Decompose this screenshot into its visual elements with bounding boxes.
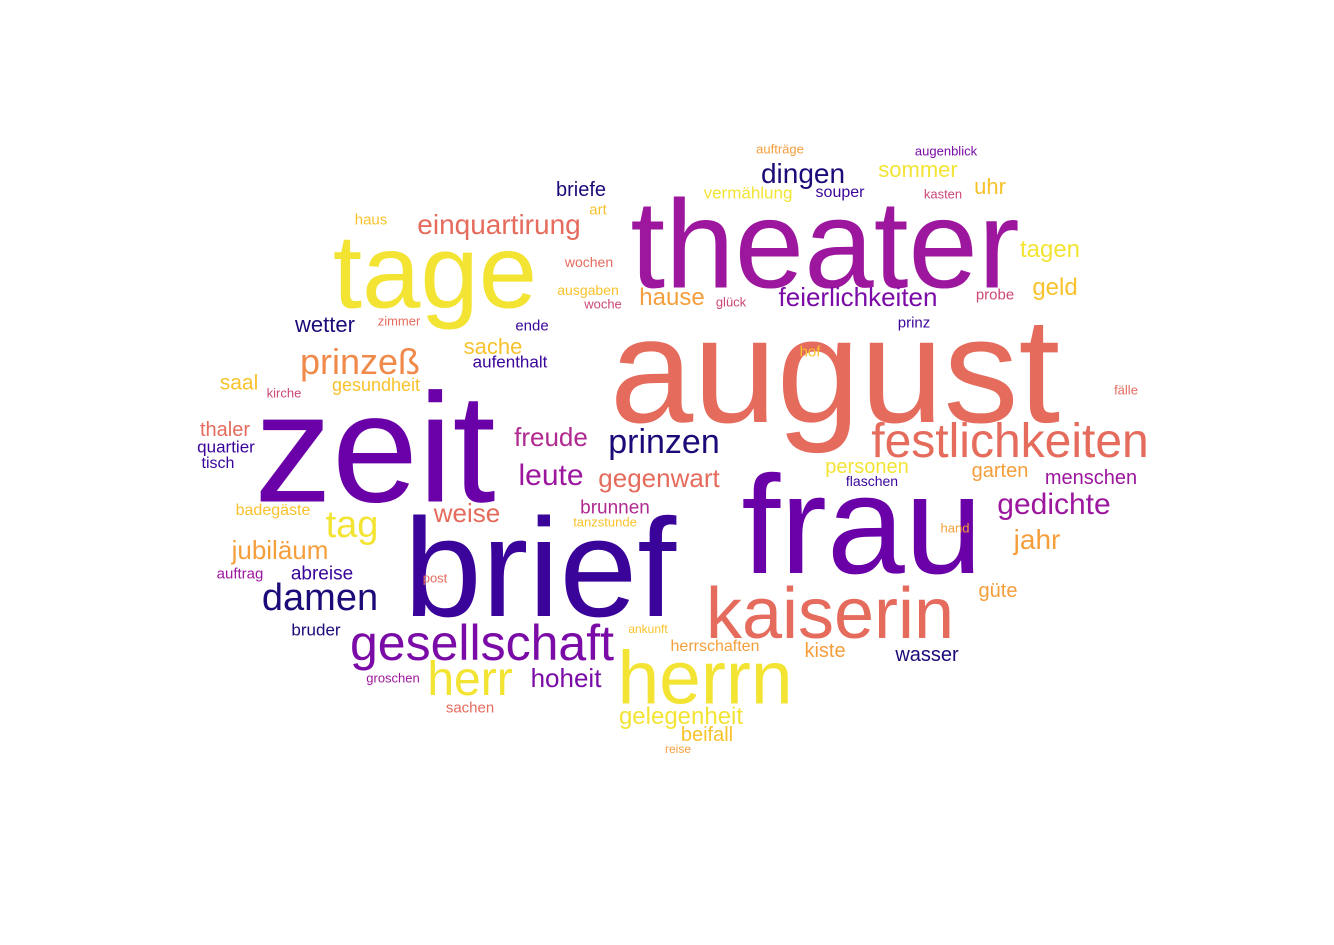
cloud-word: tanzstunde [573, 514, 637, 530]
cloud-word: reise [664, 742, 692, 756]
cloud-word: tag [325, 504, 379, 546]
cloud-word: post [422, 570, 448, 586]
cloud-word: probe [975, 286, 1015, 304]
cloud-word: prinz [897, 314, 931, 332]
cloud-word: abreise [290, 563, 354, 585]
cloud-word: hoheit [530, 663, 602, 693]
cloud-word: vermählung [703, 183, 793, 203]
cloud-word: woche [584, 296, 622, 312]
cloud-word: quartier [197, 437, 255, 457]
cloud-word: freude [514, 422, 588, 452]
cloud-word: gegenwart [598, 463, 720, 493]
cloud-word: auftrag [216, 565, 264, 583]
cloud-word: augenblick [914, 143, 978, 159]
cloud-word: flaschen [845, 473, 899, 489]
cloud-word: kasten [923, 186, 963, 202]
word-cloud: august theater zeit brief frau tage kaiserin he… [0, 0, 1334, 945]
cloud-word: menschen [1044, 467, 1138, 489]
cloud-word: groschen [366, 670, 420, 686]
cloud-word: art [589, 201, 607, 219]
cloud-word: herrschaften [670, 638, 760, 655]
cloud-word: kirche [266, 385, 302, 401]
cloud-word: sachen [445, 699, 495, 717]
cloud-word: hause [639, 284, 705, 311]
cloud-word: fälle [1114, 382, 1138, 398]
cloud-word: souper [815, 184, 865, 201]
cloud-word: kiste [804, 640, 846, 662]
cloud-word: hof [799, 343, 821, 361]
cloud-word: geld [1032, 274, 1078, 301]
cloud-word: jahr [1013, 524, 1061, 555]
cloud-word: gedichte [997, 488, 1111, 521]
cloud-word: bruder [291, 620, 341, 640]
cloud-word: damen [261, 577, 379, 619]
cloud-word: tisch [201, 455, 235, 472]
cloud-word: gesundheit [331, 375, 421, 395]
cloud-word: feierlichkeiten [778, 282, 938, 312]
cloud-word: hand [940, 520, 970, 536]
cloud-word: haus [354, 211, 388, 229]
cloud-word: ausgaben [557, 282, 619, 298]
cloud-word: uhr [974, 174, 1006, 199]
cloud-word: saal [219, 371, 259, 395]
cloud-word: aufträge [756, 141, 804, 157]
cloud-word: prinzen [608, 423, 720, 461]
cloud-word: jubiläum [231, 535, 329, 565]
cloud-word: glück [715, 294, 747, 310]
cloud-word: briefe [555, 179, 607, 201]
cloud-word: einquartirung [417, 209, 581, 240]
cloud-word: leute [518, 459, 584, 492]
cloud-word: festlichkeiten [871, 415, 1149, 468]
cloud-word: weise [433, 498, 501, 528]
cloud-word: herr [427, 653, 513, 706]
cloud-word: wasser [895, 644, 959, 666]
cloud-word: aufenthalt [472, 352, 548, 372]
cloud-word: badegäste [235, 502, 311, 519]
cloud-word: ende [515, 317, 549, 335]
cloud-word: güte [978, 580, 1018, 602]
cloud-word: sommer [878, 157, 958, 182]
cloud-word: garten [971, 460, 1029, 482]
cloud-word: wochen [564, 254, 614, 270]
cloud-word: wetter [295, 312, 355, 337]
cloud-word: tagen [1019, 236, 1081, 263]
cloud-word: ankunft [628, 622, 668, 636]
cloud-word: zimmer [377, 313, 421, 329]
